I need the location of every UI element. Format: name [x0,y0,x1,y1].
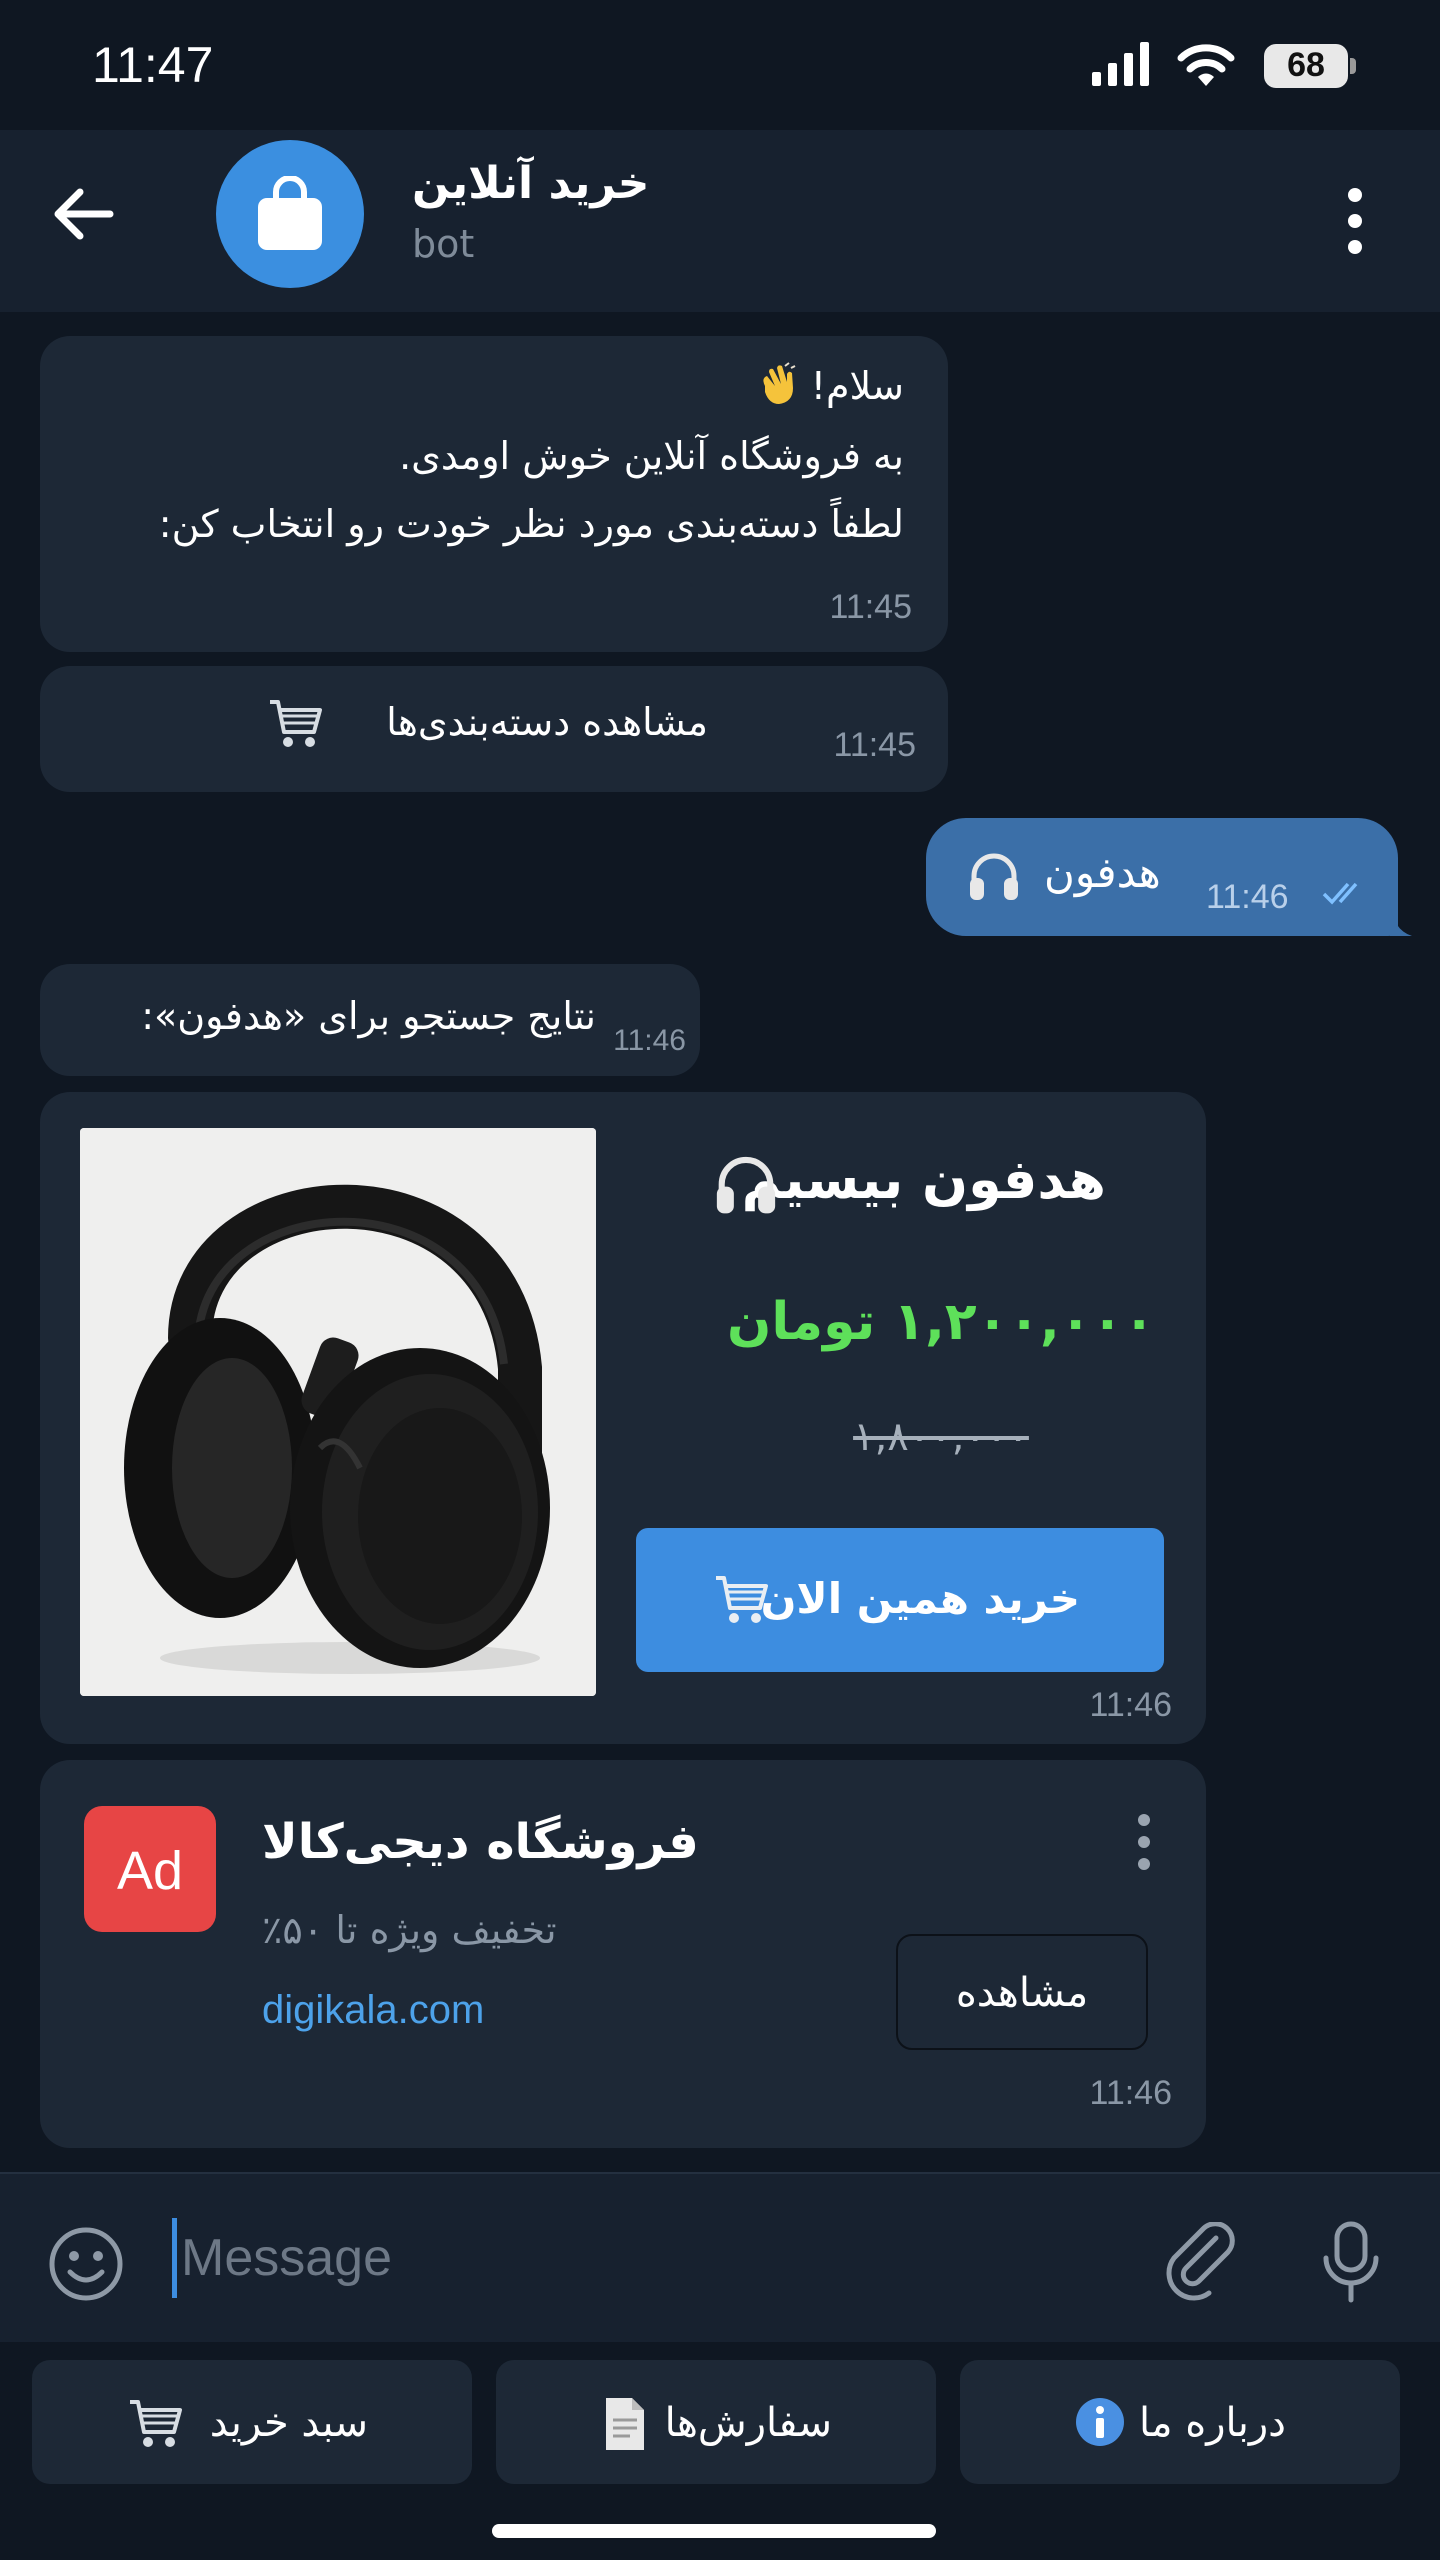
emoji-icon[interactable] [46,2224,126,2308]
ad-title: فروشگاه دیجی‌کالا [262,1814,699,1870]
bubble-tail [1390,900,1412,936]
product-card: هدفون بیسیم ۱,۲۰۰,۰۰۰ تومان ۱,۸۰۰,۰۰۰ خر… [40,1092,1206,1744]
status-bar: 11:47 68 [0,0,1440,130]
waving-hand-icon [755,362,799,415]
bot-avatar[interactable] [216,140,364,288]
shopping-cart-icon [268,696,324,756]
cart-button[interactable]: سبد خرید [32,2360,472,2484]
double-check-icon [1322,878,1372,912]
message-input[interactable] [172,2218,1122,2298]
microphone-icon[interactable] [1318,2220,1384,2308]
about-button[interactable]: درباره ما [960,2360,1400,2484]
shopping-cart-icon [714,1572,770,1632]
status-time: 11:47 [92,37,214,93]
battery-percent: 68 [1287,46,1325,84]
info-icon [1074,2396,1126,2452]
paperclip-icon[interactable] [1160,2221,1236,2306]
welcome-line-2: به فروشگاه آنلاین خوش اومدی. [399,434,904,478]
home-indicator[interactable] [492,2524,936,2538]
view-categories-button[interactable]: مشاهده دسته‌بندی‌ها 11:45 [40,666,948,792]
headphones-product-image[interactable] [80,1128,596,1696]
ad-subtitle: تخفیف ویژه تا ۵۰٪ [262,1908,557,1952]
product-name: هدفون بیسیم [741,1148,1106,1211]
battery-icon: 68 [1264,44,1356,88]
message-time: 11:46 [1206,878,1289,916]
view-categories-label: مشاهده دسته‌بندی‌ها [386,700,708,744]
welcome-line-3: لطفاً دسته‌بندی مورد نظر خودت رو انتخاب … [158,502,904,546]
bot-keyboard: سبد خرید سفارش‌ها درباره ما [0,2342,1440,2560]
shopping-bag-icon [258,176,322,250]
search-results-text: نتایج جستجو برای «هدفون»: [141,994,596,1038]
headphones-icon [712,1150,780,1220]
ad-view-label: مشاهده [955,1970,1089,2016]
headphones-icon [966,848,1022,906]
ad-view-button[interactable]: مشاهده [896,1934,1148,2050]
buy-now-button[interactable]: خرید همین الان [636,1528,1164,1672]
greeting-text: سلام! [810,364,904,408]
cart-label: سبد خرید [209,2400,368,2446]
ad-badge-text: Ad [116,1841,184,1901]
shopping-cart-icon [128,2396,184,2456]
more-vertical-icon[interactable] [1130,1812,1160,1872]
search-results-message: نتایج جستجو برای «هدفون»: 11:46 [40,964,700,1076]
wifi-icon [1176,38,1236,92]
back-arrow-icon[interactable] [48,178,120,250]
orders-button[interactable]: سفارش‌ها [496,2360,936,2484]
message-time: 11:46 [1089,1686,1172,1724]
orders-label: سفارش‌ها [664,2400,832,2446]
message-time: 11:45 [829,588,912,626]
buy-now-label: خرید همین الان [760,1574,1080,1623]
message-time: 11:46 [613,1024,686,1057]
outgoing-message: هدفون 11:46 [926,818,1398,936]
product-old-price: ۱,۸۰۰,۰۰۰ [853,1414,1029,1460]
message-time: 11:46 [1089,2074,1172,2112]
ad-link[interactable]: digikala.com [262,1988,484,2033]
welcome-line-1: سلام! [755,362,904,415]
chat-title[interactable]: خرید آنلاین [412,158,649,209]
chat-header: خرید آنلاین bot [0,130,1440,312]
product-price: ۱,۲۰۰,۰۰۰ تومان [726,1292,1156,1352]
outgoing-text: هدفون [1044,848,1161,897]
ad-badge: Ad [84,1806,216,1932]
document-icon [602,2396,648,2456]
signal-icon [1092,42,1152,90]
more-vertical-icon[interactable] [1330,180,1380,260]
message-input-bar [0,2172,1440,2342]
message-time: 11:45 [833,726,916,764]
about-label: درباره ما [1138,2400,1286,2446]
sponsored-ad-card: Ad فروشگاه دیجی‌کالا تخفیف ویژه تا ۵۰٪ d… [40,1760,1206,2148]
welcome-message: سلام! به فروشگاه آنلاین خوش اومدی. لطفاً… [40,336,948,652]
chat-subtitle: bot [412,222,475,266]
